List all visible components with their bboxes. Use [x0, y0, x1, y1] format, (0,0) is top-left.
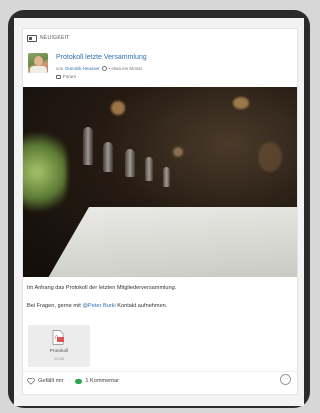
post-text-line1: Im Anhang das Protokoll der letzten Mitg…	[27, 285, 177, 291]
pdf-file-icon	[52, 330, 64, 345]
forum-icon	[56, 74, 61, 79]
comment-icon[interactable]	[75, 378, 83, 384]
verified-icon	[101, 66, 107, 71]
text-after-mention: Kontakt aufnehmen.	[117, 303, 168, 309]
like-button[interactable]: Gefällt mir	[38, 378, 64, 384]
forum-link[interactable]: Forum	[56, 74, 76, 79]
post-meta: von Dominik Heusser • etwa ein Monat	[56, 66, 142, 71]
post-time: • etwa ein Monat	[108, 66, 142, 71]
news-badge-label: NEUIGKEIT	[40, 35, 70, 41]
attachment-name: Protokoll	[49, 349, 69, 354]
more-options-button[interactable]: ···	[280, 374, 291, 385]
author-link[interactable]: Dominik Heusser	[65, 66, 99, 71]
screen: NEUIGKEIT Protokoll letzte Versammlung v…	[14, 18, 304, 406]
post-title[interactable]: Protokoll letzte Versammlung	[56, 54, 147, 61]
post-card: NEUIGKEIT Protokoll letzte Versammlung v…	[22, 28, 298, 395]
meta-prefix: von	[56, 66, 64, 71]
post-image[interactable]	[23, 87, 297, 277]
attachment-card[interactable]: Protokoll 22 kB	[28, 325, 90, 367]
heart-icon[interactable]	[27, 377, 35, 385]
post-actions: Gefällt mir · 1 Kommentar	[27, 377, 119, 385]
post-text-line2: Bei Fragen, gerne mit @Peter Burki Konta…	[27, 303, 167, 309]
newspaper-icon	[27, 34, 37, 42]
news-badge: NEUIGKEIT	[27, 32, 70, 44]
author-avatar[interactable]	[28, 53, 48, 73]
forum-label: Forum	[63, 74, 77, 79]
text-before-mention: Bei Fragen, gerne mit	[27, 303, 81, 309]
footer-divider	[23, 371, 297, 372]
comment-button[interactable]: 1 Kommentar	[85, 378, 119, 384]
action-separator: ·	[68, 378, 71, 384]
attachment-size: 22 kB	[53, 356, 65, 361]
mention-link[interactable]: @Peter Burki	[82, 303, 115, 309]
